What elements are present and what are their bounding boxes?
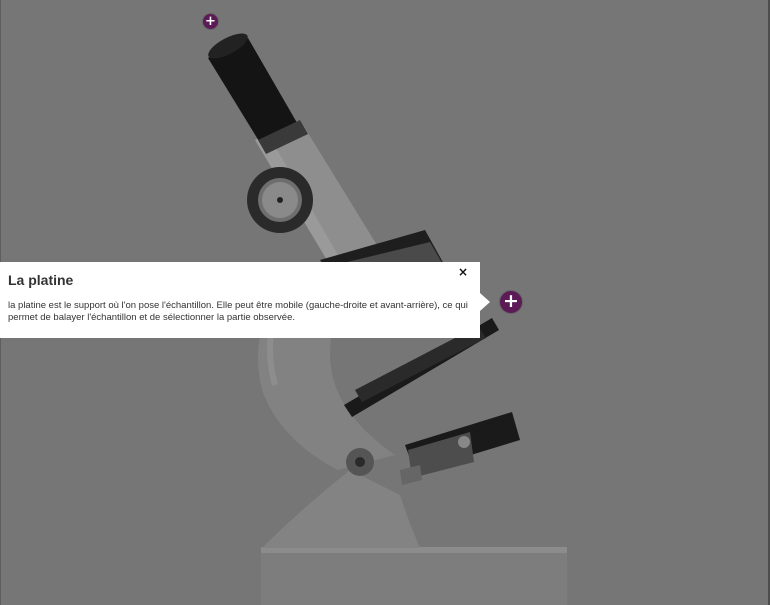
hotspot-platine[interactable]: +	[500, 291, 522, 313]
popup-title: La platine	[8, 272, 74, 288]
popup-description: la platine est le support où l'on pose l…	[8, 300, 468, 323]
close-icon[interactable]: ×	[458, 265, 468, 279]
hotspot-eyepiece[interactable]: +	[203, 14, 218, 29]
microscope-base	[261, 547, 567, 605]
microscope-foot	[262, 470, 420, 548]
plus-icon: +	[503, 290, 519, 312]
info-popup: La platine la platine est le support où …	[0, 262, 490, 338]
plus-icon: +	[205, 13, 216, 29]
